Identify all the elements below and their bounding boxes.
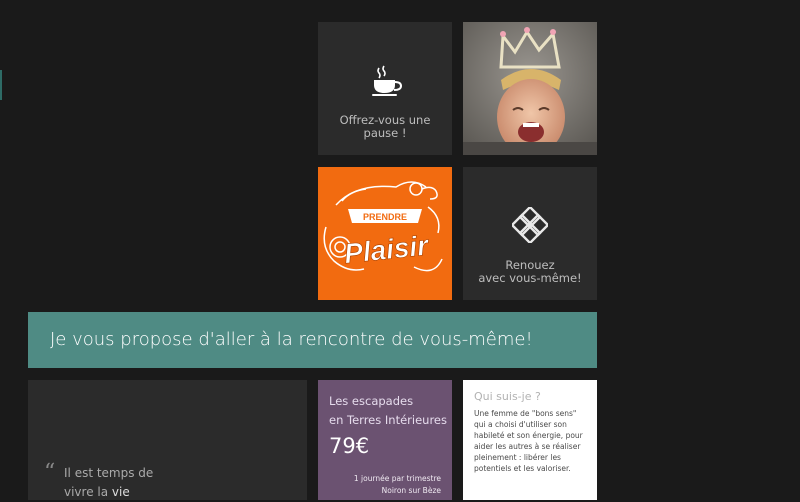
svg-text:Plaisir: Plaisir — [343, 229, 432, 269]
tile-renouez[interactable]: Renouez avec vous-même! — [463, 167, 597, 300]
tile-pause-caption: Offrez-vous une pause ! — [339, 113, 431, 140]
escapade-detail-line1: 1 journée par trimestre — [353, 474, 441, 483]
quote-text: Il est temps de vivre la vie — [64, 464, 153, 502]
coffee-cup-icon — [318, 62, 452, 102]
tile-pause[interactable]: Offrez-vous une pause ! — [318, 22, 452, 155]
quote-line2-highlight: vie — [111, 485, 130, 499]
child-crown-photo — [463, 22, 597, 155]
intro-banner: Je vous propose d'aller à la rencontre d… — [28, 312, 597, 368]
prendre-plaisir-logo: PRENDRE Plaisir Plaisir — [323, 181, 443, 272]
svg-text:PRENDRE: PRENDRE — [363, 212, 407, 222]
tile-photo-child[interactable] — [463, 22, 597, 155]
celtic-knot-icon — [463, 205, 597, 247]
tile-escapades[interactable]: Les escapades en Terres Intérieures 79€ … — [318, 380, 452, 500]
escapade-price: 79€ — [329, 434, 370, 458]
quote-mark-icon: “ — [44, 460, 56, 485]
qui-title: Qui suis-je ? — [474, 390, 541, 403]
escapade-detail-line2: Noiron sur Bèze — [381, 486, 441, 495]
edge-accent — [0, 70, 2, 100]
escapade-title-line1: Les escapades — [329, 394, 414, 408]
escapade-detail: 1 journée par trimestre Noiron sur Bèze — [354, 473, 441, 497]
quote-line2: vivre la vie — [64, 483, 153, 502]
quote-line2-prefix: vivre la — [64, 485, 112, 499]
tile-qui-suis-je[interactable]: Qui suis-je ? Une femme de "bons sens" q… — [463, 380, 597, 500]
quote-line1: Il est temps de — [64, 466, 154, 480]
escapade-title-line2: en Terres Intérieures — [329, 413, 447, 427]
qui-text: Une femme de "bons sens" qui a choisi d'… — [474, 409, 583, 473]
escapade-title: Les escapades en Terres Intérieures — [329, 392, 447, 430]
tile-prendre-plaisir[interactable]: PRENDRE Plaisir Plaisir — [318, 167, 452, 300]
renouez-line2: avec vous-même! — [478, 271, 582, 285]
tile-renouez-caption: Renouez avec vous-même! — [471, 259, 589, 285]
